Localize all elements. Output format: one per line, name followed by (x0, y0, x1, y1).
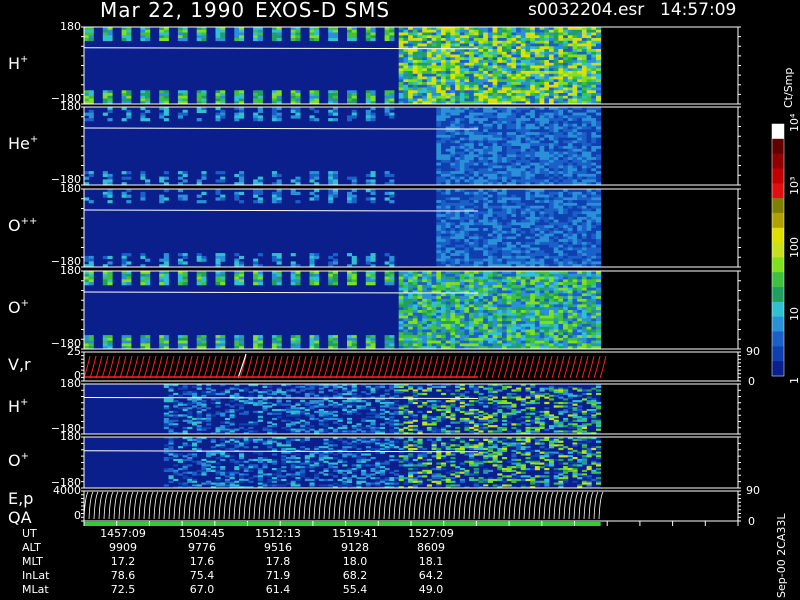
panel-frame-8 (83, 490, 739, 522)
ephemeris-value: 9516 (264, 541, 292, 554)
ephemeris-label: ALT (22, 541, 41, 554)
ephemeris-value: 1512:13 (255, 527, 301, 540)
right-tick-max: 90 (746, 345, 760, 358)
colorbar-tick: 10³ (788, 176, 800, 195)
panel-label: He+ (8, 134, 38, 153)
panel-label-charge: + (20, 397, 29, 408)
velocity-panel (83, 353, 607, 379)
ephemeris-value: 9776 (188, 541, 216, 554)
y-tick-max: 25 (67, 345, 81, 358)
ephemeris-row: MLat 72.5 67.0 61.4 55.4 49.0 (0, 583, 760, 597)
panel-label-charge: + (20, 53, 29, 65)
header-instrument: EXOS-D SMS (255, 0, 391, 22)
ephemeris-value: 17.6 (189, 555, 215, 568)
panel-label-species: O (8, 298, 21, 317)
ephemeris-value: 8609 (417, 541, 445, 554)
right-tick-max: 90 (746, 484, 760, 497)
ephemeris-value: 1527:09 (408, 527, 454, 540)
ephemeris-row: ALT 9909 9776 9516 9128 8609 (0, 541, 760, 555)
spectrogram-panel-7 (83, 437, 602, 489)
spectrogram-panel-6 (83, 384, 602, 435)
ephemeris-value: 67.0 (189, 583, 215, 596)
ephemeris-label: InLat (22, 569, 50, 582)
ephemeris-label: MLT (22, 555, 43, 568)
y-tick-max: 4000 (53, 484, 81, 497)
panel-label: E,p QA (8, 489, 33, 527)
ephemeris-value: 1457:09 (100, 527, 146, 540)
panel-label-species: H (8, 397, 21, 416)
panel-label-charge: + (20, 450, 29, 462)
ephemeris-row: MLT 17.2 17.6 17.8 18.0 18.1 (0, 555, 760, 569)
colorbar-units: Ct/Smp (782, 67, 795, 108)
ephemeris-value: 75.4 (189, 569, 215, 582)
header-time: 14:57:09 (660, 0, 737, 20)
panel-label-charge: ++ (20, 216, 38, 227)
panel-label: V,r (8, 355, 31, 374)
colorbar-tick: 10 (788, 307, 800, 321)
panel-label: O+ (8, 298, 29, 317)
y-tick-max: 180 (60, 430, 81, 443)
ephemeris-value: 64.2 (418, 569, 444, 582)
y-tick-min: 0 (74, 509, 81, 522)
spectrogram-panel-3 (83, 189, 602, 268)
panel-label-qa: QA (8, 508, 32, 527)
header-date: Mar 22, 1990 (100, 0, 246, 22)
ephemeris-value: 49.0 (418, 583, 444, 596)
ephemeris-value: 72.5 (110, 583, 136, 596)
spectrogram-panel-1 (83, 27, 602, 105)
ephemeris-label: UT (22, 527, 37, 540)
colorbar-tick: 1 (788, 377, 800, 384)
panel-label-charge: + (29, 134, 39, 145)
ephemeris-value: 9128 (341, 541, 369, 554)
y-tick-max: 180 (60, 100, 81, 113)
ephemeris-value: 1504:45 (179, 527, 225, 540)
panel-label-charge: + (20, 298, 29, 309)
ephemeris-value: 71.9 (265, 569, 291, 582)
ephemeris-value: 17.8 (265, 555, 291, 568)
ephemeris-value: 78.6 (110, 569, 136, 582)
panel-label-species: E,p (8, 489, 34, 508)
ephemeris-value: 18.0 (342, 555, 368, 568)
y-tick-max: 180 (60, 377, 81, 390)
spectrogram-panel-2 (83, 107, 602, 186)
side-identifier: Sep-00 2CA33L (775, 513, 788, 598)
colorbar (771, 123, 785, 377)
y-tick-max: 180 (60, 264, 81, 277)
ephemeris-value: 17.2 (110, 555, 136, 568)
ephemeris-value: 1519:41 (332, 527, 378, 540)
panel-label-species: O (8, 216, 21, 235)
y-tick-max: 180 (60, 182, 81, 195)
y-tick-max: 180 (60, 20, 81, 33)
panel-label-species: V,r (8, 354, 31, 374)
colorbar-tick: 10⁴ (788, 113, 800, 132)
ephemeris-value: 55.4 (342, 583, 368, 596)
qa-bar (84, 522, 601, 526)
ephemeris-label: MLat (22, 583, 49, 596)
panel-label: O++ (8, 216, 37, 235)
panel-label: H+ (8, 397, 28, 416)
panel-label-species: O (8, 450, 21, 470)
header-file: s0032204.esr (528, 0, 645, 20)
ephemeris-value: 9909 (109, 541, 137, 554)
right-tick-min: 0 (748, 375, 755, 388)
ephemeris-value: 68.2 (342, 569, 368, 582)
ephemeris-value: 18.1 (418, 555, 444, 568)
ephemeris-value: 61.4 (265, 583, 291, 596)
colorbar-tick: 100 (788, 237, 800, 258)
spectrogram-panel-4 (83, 271, 602, 350)
ephemeris-row: UT 1457:09 1504:45 1512:13 1519:41 1527:09 (0, 527, 760, 541)
ephemeris-row: InLat 78.6 75.4 71.9 68.2 64.2 (0, 569, 760, 583)
panel-label-species: H (8, 53, 21, 73)
panel-label: O+ (8, 451, 29, 470)
panel-label-species: He (8, 134, 30, 153)
spectrogram-plot (81, 26, 785, 526)
panel-label: H+ (8, 54, 28, 73)
